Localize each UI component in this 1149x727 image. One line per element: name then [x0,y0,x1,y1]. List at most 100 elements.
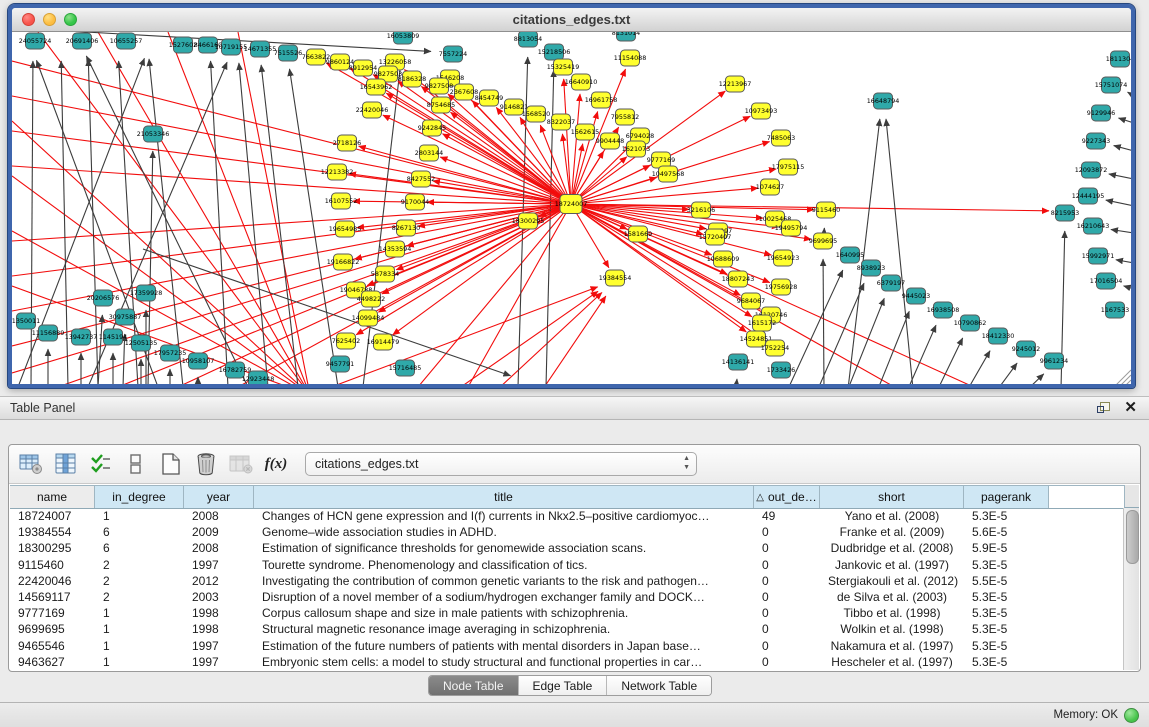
table-row[interactable]: 977716911998Corpus callosum shape and si… [10,605,1124,621]
citation-edge-black[interactable] [886,119,913,384]
graph-node[interactable]: 16210643 [1077,218,1110,234]
column-header-short[interactable]: short [820,486,964,508]
graph-node[interactable]: 15325419 [547,59,580,75]
table-row[interactable]: 946554611997Estimation of the future num… [10,638,1124,654]
table-selector-dropdown[interactable]: citations_edges.txt ▲▼ [305,452,697,476]
graph-node[interactable]: 1074627 [756,179,784,195]
select-attributes-icon[interactable] [88,452,114,476]
graph-node[interactable]: 7557224 [439,46,467,62]
graph-node[interactable]: 7625402 [332,333,360,349]
graph-node[interactable]: 1811304 [1106,51,1131,67]
column-header-in_degree[interactable]: in_degree [95,486,184,508]
memory-status-indicator[interactable] [1124,708,1139,723]
citation-edge-red[interactable] [168,32,310,384]
graph-node[interactable]: 14099484 [352,310,385,326]
citation-edge-black[interactable] [98,315,102,384]
graph-node[interactable]: 21053346 [137,126,170,142]
graph-node[interactable]: 19756928 [765,279,798,295]
graph-node[interactable]: 11154088 [614,50,647,66]
window-titlebar[interactable]: citations_edges.txt [12,8,1131,32]
citation-edge-black[interactable] [823,259,824,384]
table-row[interactable]: 1456911722003Disruption of a novel membe… [10,589,1124,605]
graph-node[interactable]: 12213967 [719,76,752,92]
citation-edge-red[interactable] [12,121,310,384]
citation-edge-black[interactable] [1114,146,1131,151]
graph-node[interactable]: 9961234 [1040,353,1068,369]
citation-edge-black[interactable] [211,61,228,384]
graph-node[interactable]: 1167533 [1101,302,1129,318]
resize-grip[interactable] [1126,380,1131,384]
citation-edge-black[interactable] [736,379,737,384]
graph-node[interactable]: 9904448 [596,133,624,149]
graph-node[interactable]: 8938923 [857,260,885,276]
graph-node[interactable]: 1145194 [99,329,127,345]
close-panel-icon[interactable]: ✕ [1124,402,1137,414]
table-row[interactable]: 1938455462009Genome–wide association stu… [10,524,1124,540]
graph-node[interactable]: 7485063 [767,130,795,146]
citation-edge-black[interactable] [1109,174,1131,179]
vertical-scrollbar[interactable] [1123,508,1139,670]
graph-node[interactable]: 2718126 [333,135,361,151]
graph-node[interactable]: 6379197 [877,275,905,291]
citation-edge-red[interactable] [564,79,571,204]
graph-node[interactable]: 16107552 [325,193,358,209]
table-row[interactable]: 911546021997Tourette syndrome. Phenomeno… [10,557,1124,573]
citation-edge-black[interactable] [1111,229,1131,233]
new-table-icon[interactable] [158,452,184,476]
row-height-icon[interactable] [123,452,149,476]
citation-edge-red[interactable] [238,32,310,384]
graph-node[interactable]: 12213382 [321,164,354,180]
graph-node[interactable]: 15716485 [389,360,422,376]
citation-edge-red[interactable] [98,32,310,384]
column-header-out_de[interactable]: △out_de… [754,486,820,508]
column-header-year[interactable]: year [184,486,254,508]
column-header-pagerank[interactable]: pagerank [964,486,1049,508]
graph-node[interactable]: 10958107 [182,353,215,369]
column-header-name[interactable]: name [10,486,95,508]
citation-edge-black[interactable] [998,363,1017,384]
graph-node[interactable]: 18412330 [982,328,1015,344]
graph-node[interactable]: 14136141 [722,354,755,370]
table-settings-icon[interactable] [18,452,44,476]
graph-node[interactable]: 1733426 [767,362,795,378]
graph-node[interactable]: 12093872 [1075,162,1108,178]
delete-attributes-icon[interactable] [193,452,219,476]
citation-edge-black[interactable] [1116,260,1131,263]
graph-node[interactable]: 12444195 [1072,188,1105,204]
graph-node[interactable]: 17016504 [1090,273,1123,289]
tab-node-table[interactable]: Node Table [429,676,519,695]
graph-node[interactable]: 19166822 [327,254,360,270]
graph-node[interactable]: 16648794 [867,93,900,109]
function-builder-icon[interactable]: f(x) [263,452,289,476]
graph-node[interactable]: 14671355 [244,41,277,57]
citation-edge-black[interactable] [908,325,936,384]
graph-node[interactable]: 15751074 [1095,77,1128,93]
graph-node[interactable]: 16961758 [585,92,618,108]
citation-edge-red[interactable] [458,291,598,384]
citation-edge-black[interactable] [878,311,909,384]
graph-node[interactable]: 9245012 [1012,341,1040,357]
citation-edge-black[interactable] [938,338,963,384]
citation-edge-black[interactable] [1124,286,1131,289]
graph-node[interactable]: 9457791 [326,356,354,372]
resize-grip[interactable] [1121,375,1131,384]
graph-node[interactable]: 9129946 [1087,105,1115,121]
tab-edge-table[interactable]: Edge Table [519,676,608,695]
graph-node[interactable]: 9115460 [812,202,840,218]
graph-node[interactable]: 16640910 [565,74,598,90]
graph-node[interactable]: 15992971 [1082,248,1115,264]
graph-node[interactable]: 9445023 [902,288,930,304]
graph-node[interactable]: 9699695 [809,233,837,249]
citation-edge-black[interactable] [149,59,183,384]
citation-edge-red[interactable] [12,96,571,204]
tab-network-table[interactable]: Network Table [607,676,711,695]
network-canvas[interactable]: 2405572420691406106552571527602846616010… [12,32,1131,384]
graph-node[interactable]: 9684067 [737,293,765,309]
graph-node[interactable]: 14353594 [379,241,412,257]
citation-edge-black[interactable] [1028,374,1044,384]
graph-node[interactable]: 16938508 [927,302,960,318]
graph-node[interactable]: 16053809 [387,32,420,44]
citation-graph[interactable]: 2405572420691406106552571527602846616010… [12,32,1131,384]
graph-node[interactable]: 17975115 [772,159,805,175]
graph-node[interactable]: 15218506 [538,44,571,60]
